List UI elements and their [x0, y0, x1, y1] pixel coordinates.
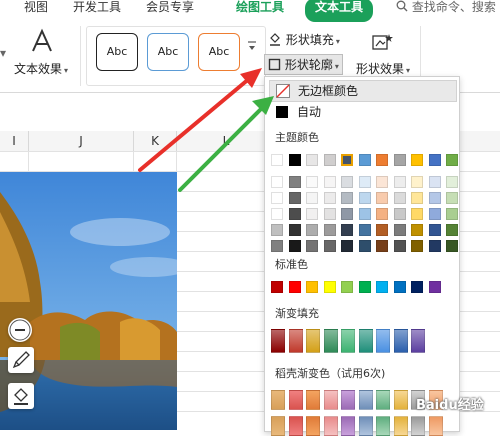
- annotation-arrows: [138, 68, 274, 192]
- red-arrow: [138, 68, 262, 172]
- green-arrow: [178, 96, 274, 192]
